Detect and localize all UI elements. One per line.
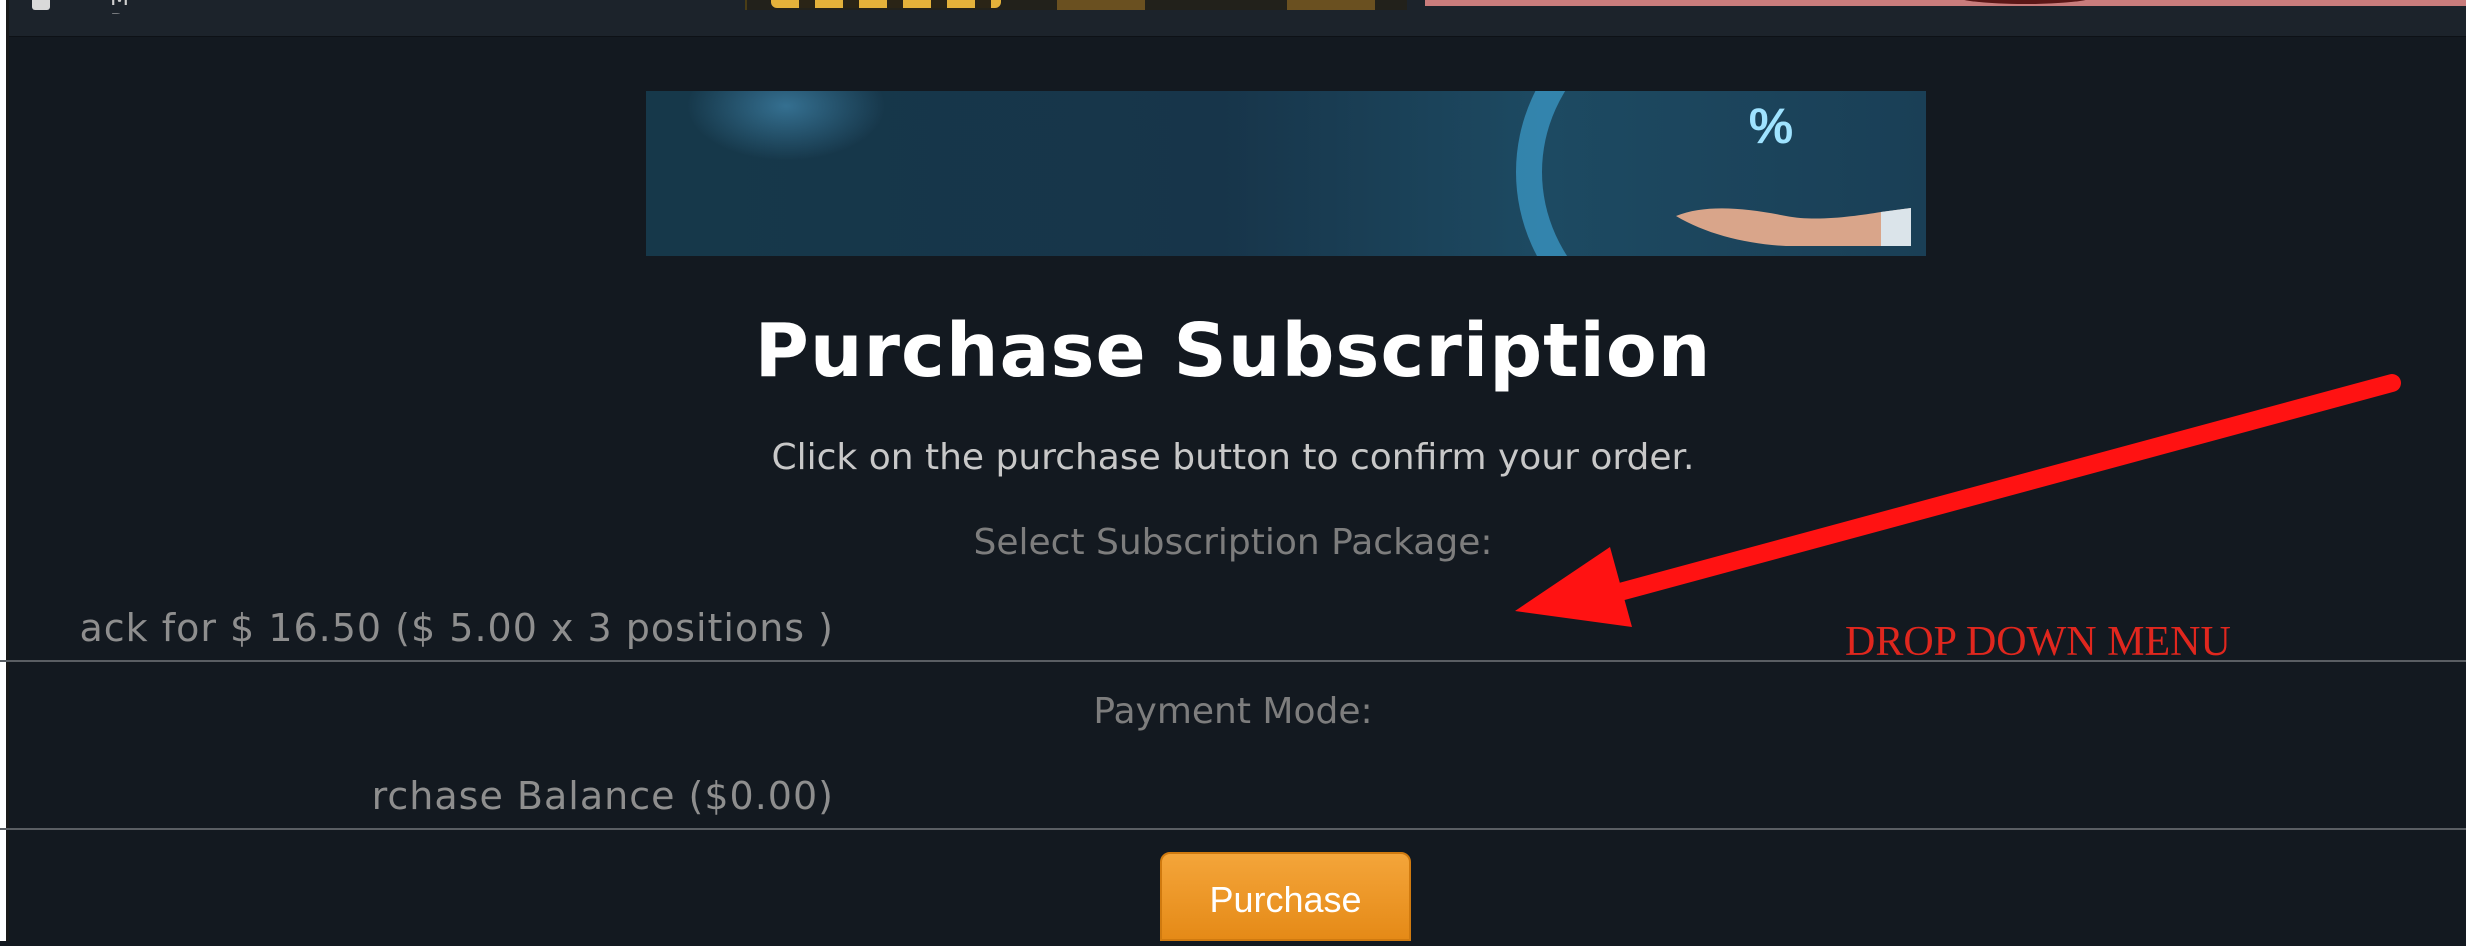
payment-mode-label: Payment Mode: [1093,691,1373,732]
percent-icon: % [1748,98,1794,154]
promo-block [1287,0,1375,10]
page-subtitle: Click on the purchase button to confirm … [771,437,1695,478]
menu-icon [32,0,50,10]
page-title: Purchase Subscription [754,308,1712,394]
payment-mode-select[interactable]: rchase Balance ($0.00) [0,770,2466,830]
payment-selected-value: rchase Balance ($0.00) [371,774,834,818]
package-select-label: Select Subscription Package: [973,522,1493,563]
top-nav-item[interactable]: M R... [20,0,140,14]
header-image-strip [1425,0,2466,6]
promo-graphic [771,0,1001,8]
purchase-button[interactable]: Purchase [1160,852,1411,941]
package-selected-value: ack for $ 16.50 ($ 5.00 x 3 positions ) [79,606,834,650]
hand-icon [1676,208,1911,246]
promo-banner-strip [745,0,1407,10]
promo-block [1057,0,1145,10]
banner-glow [686,91,886,161]
annotation-label: DROP DOWN MENU [1845,619,2231,665]
top-nav-label: M R... [110,0,140,14]
subscription-banner-image: % [646,91,1926,256]
browser-top-strip: M R... [0,0,2466,37]
header-image-shape [1955,0,2095,4]
